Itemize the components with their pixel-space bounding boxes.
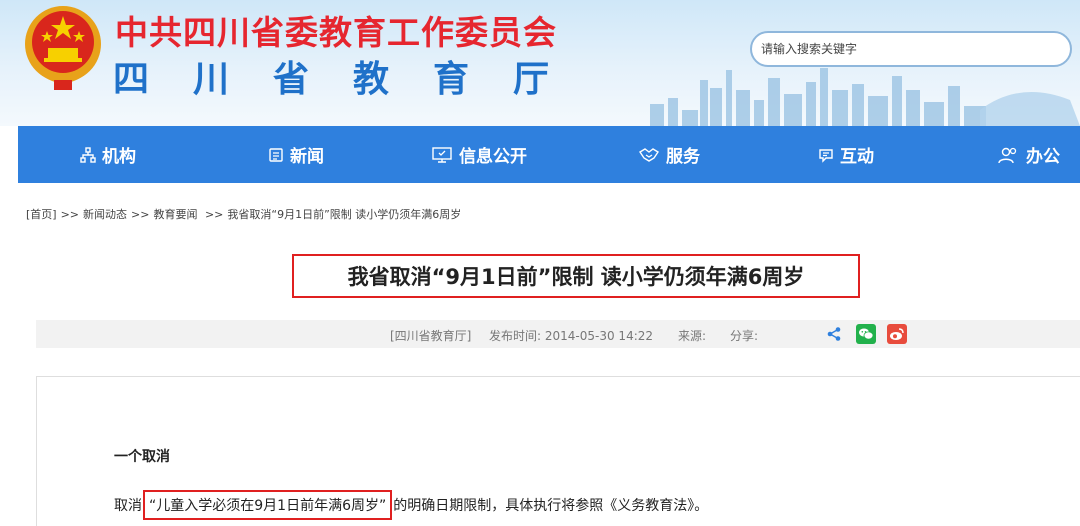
share-icon[interactable]	[824, 324, 844, 344]
search-box[interactable]	[750, 31, 1072, 67]
publish-info: 发布时间: 2014-05-30 14:22	[489, 327, 653, 344]
nav-label: 办公	[1026, 147, 1060, 167]
breadcrumb-home-link[interactable]: [首页]	[26, 208, 57, 221]
chat-icon	[819, 148, 833, 163]
monitor-icon	[432, 146, 452, 163]
origin-label: 来源:	[678, 329, 707, 343]
publish-time: 2014-05-30 14:22	[544, 329, 654, 343]
breadcrumb-current: 我省取消“9月1日前”限制 读小学仍须年满6周岁	[227, 208, 462, 221]
search-input[interactable]	[752, 33, 1070, 65]
breadcrumb-news-link[interactable]: 新闻动态	[83, 208, 127, 221]
nav-label: 机构	[102, 147, 136, 167]
nav-item-interaction[interactable]: 互动	[818, 126, 874, 183]
nav-label: 互动	[840, 147, 874, 167]
breadcrumb-edu-news-link[interactable]: 教育要闻	[153, 208, 197, 221]
national-emblem-icon[interactable]	[20, 2, 106, 94]
newspaper-icon	[269, 147, 283, 162]
city-skyline-illustration	[650, 68, 1080, 126]
share-label: 分享:	[730, 329, 759, 343]
nav-item-news[interactable]: 新闻	[268, 126, 324, 183]
breadcrumb: [首页] >> 新闻动态 >> 教育要闻 >> 我省取消“9月1日前”限制 读小学仍须年满…	[26, 206, 465, 222]
nav-item-org[interactable]: 机构	[80, 126, 136, 183]
main-nav: 机构 新闻 信息公开 服务 互动 办公	[18, 126, 1080, 183]
publish-label: 发布时间:	[489, 329, 542, 343]
share-nodes-icon	[827, 327, 841, 341]
nav-item-office[interactable]: 办公	[998, 126, 1060, 183]
org-chart-icon	[80, 146, 96, 163]
nav-item-service[interactable]: 服务	[638, 126, 700, 183]
weibo-logo-icon	[890, 328, 904, 340]
people-icon	[998, 147, 1017, 163]
breadcrumb-separator: >>	[60, 208, 80, 221]
highlighted-quote: “儿童入学必须在9月1日前年满6周岁”	[143, 490, 393, 520]
article-source: [四川省教育厅]	[390, 329, 472, 343]
para-prefix: 取消	[114, 498, 142, 514]
nav-label: 信息公开	[459, 147, 527, 167]
breadcrumb-separator: >>	[204, 208, 224, 221]
wechat-icon[interactable]	[856, 324, 876, 344]
org-title: 中共四川省委教育工作委员会	[115, 13, 557, 52]
breadcrumb-separator: >>	[131, 208, 150, 221]
section-heading: 一个取消	[114, 449, 170, 465]
nav-label: 新闻	[290, 147, 324, 167]
nav-label: 服务	[666, 147, 700, 167]
weibo-icon[interactable]	[887, 324, 907, 344]
article-title: 我省取消“9月1日前”限制 读小学仍须年满6周岁	[292, 254, 860, 298]
wechat-logo-icon	[859, 328, 874, 340]
nav-item-info-public[interactable]: 信息公开	[431, 126, 527, 183]
article-meta-bar: [四川省教育厅] 发布时间: 2014-05-30 14:22 来源: 分享:	[36, 320, 1080, 348]
site-header: 中共四川省委教育工作委员会 四川省教育厅	[0, 0, 1080, 126]
para-suffix: 的明确日期限制，具体执行将参照《义务教育法》。	[393, 498, 709, 514]
handshake-icon	[639, 147, 659, 162]
article-paragraph: 取消 “儿童入学必须在9月1日前年满6周岁” 的明确日期限制，具体执行将参照《义务教…	[114, 490, 708, 520]
dept-title: 四川省教育厅	[113, 59, 594, 100]
